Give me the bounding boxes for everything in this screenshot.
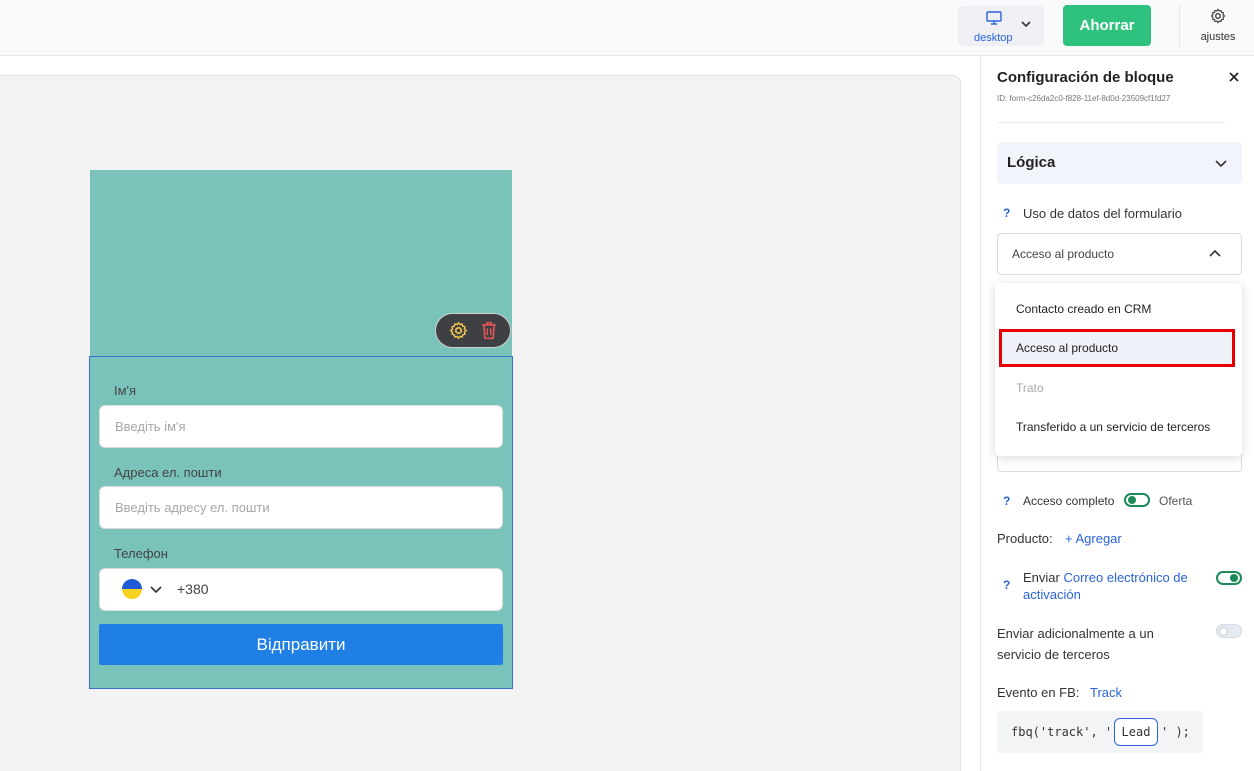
divider (1179, 5, 1180, 47)
gear-icon[interactable] (449, 321, 468, 340)
phone-input[interactable]: +380 (99, 568, 503, 611)
fb-event-link[interactable]: Track (1090, 685, 1122, 700)
block-id: ID: form-c26da2c0-f828-11ef-8d0d-23509cf… (997, 94, 1171, 103)
product-label: Producto: (997, 531, 1053, 546)
menu-item-crm-contact[interactable]: Contacto creado en CRM (1016, 302, 1151, 316)
add-product-link[interactable]: + Agregar (1065, 531, 1122, 546)
name-label: Ім'я (114, 383, 137, 398)
gear-icon (1210, 8, 1226, 24)
menu-item-deal[interactable]: Trato (1016, 381, 1044, 395)
trash-icon[interactable] (480, 321, 498, 340)
device-selector[interactable]: desktop (958, 6, 1044, 46)
settings-button[interactable]: ajustes (1196, 6, 1240, 48)
selected-value: Acceso al producto (1012, 247, 1115, 261)
chevron-up-icon (1209, 249, 1221, 257)
activation-email-text: Enviar Correo electrónico de activación (1023, 569, 1193, 603)
code-suffix: ' ); (1161, 725, 1190, 739)
phone-label: Телефон (114, 546, 168, 561)
section-title: Lógica (1007, 154, 1056, 171)
top-bar: desktop Ahorrar ajustes (0, 0, 1254, 56)
help-icon[interactable]: ? (1003, 206, 1010, 220)
menu-item-product-access[interactable]: Acceso al producto (1016, 341, 1118, 355)
email-input[interactable]: Введіть адресу ел. пошти (99, 486, 503, 529)
divider (997, 122, 1225, 123)
chevron-down-icon (1215, 160, 1227, 168)
access-toggle[interactable] (1124, 493, 1150, 507)
panel-title: Configuración de bloque (997, 69, 1174, 86)
close-icon[interactable] (1228, 71, 1240, 83)
chevron-down-icon (1021, 21, 1031, 28)
logic-section-header[interactable]: Lógica (997, 142, 1242, 184)
settings-label: ajustes (1200, 31, 1236, 43)
help-icon[interactable]: ? (1003, 494, 1010, 508)
offer-label: Oferta (1159, 494, 1193, 508)
fb-code-snippet: fbq('track', ' Lead ' ); (997, 711, 1203, 753)
submit-button[interactable]: Відправити (99, 624, 503, 665)
monitor-icon (986, 11, 1002, 25)
code-prefix: fbq('track', ' (1011, 725, 1113, 739)
fb-event-label: Evento en FB: (997, 685, 1080, 700)
third-party-toggle[interactable] (1216, 624, 1242, 638)
form-block[interactable]: Ім'я Введіть ім'я Адреса ел. пошти Введі… (89, 356, 513, 689)
save-button[interactable]: Ahorrar (1063, 5, 1151, 46)
form-data-usage-select[interactable]: Acceso al producto (997, 233, 1242, 275)
email-label: Адреса ел. пошти (114, 465, 222, 480)
phone-code: +380 (177, 581, 209, 597)
activation-email-toggle[interactable] (1216, 571, 1242, 585)
ukraine-flag-icon[interactable] (122, 579, 142, 599)
menu-item-third-party[interactable]: Transferido a un servicio de terceros (1016, 420, 1210, 434)
third-party-label: Enviar adicionalmente a un servicio de t… (997, 626, 1154, 662)
device-label: desktop (974, 32, 1013, 44)
form-data-usage-menu: Contacto creado en CRM Acceso al product… (995, 283, 1242, 456)
block-toolbar (435, 313, 511, 348)
fb-event-input[interactable]: Lead (1114, 718, 1158, 746)
name-input[interactable]: Введіть ім'я (99, 405, 503, 448)
chevron-down-icon[interactable] (150, 583, 162, 595)
help-icon[interactable]: ? (1003, 578, 1010, 592)
full-access-label: Acceso completo (1023, 494, 1115, 508)
form-data-usage-label: Uso de datos del formulario (1023, 206, 1182, 221)
send-label: Enviar (1023, 570, 1060, 585)
